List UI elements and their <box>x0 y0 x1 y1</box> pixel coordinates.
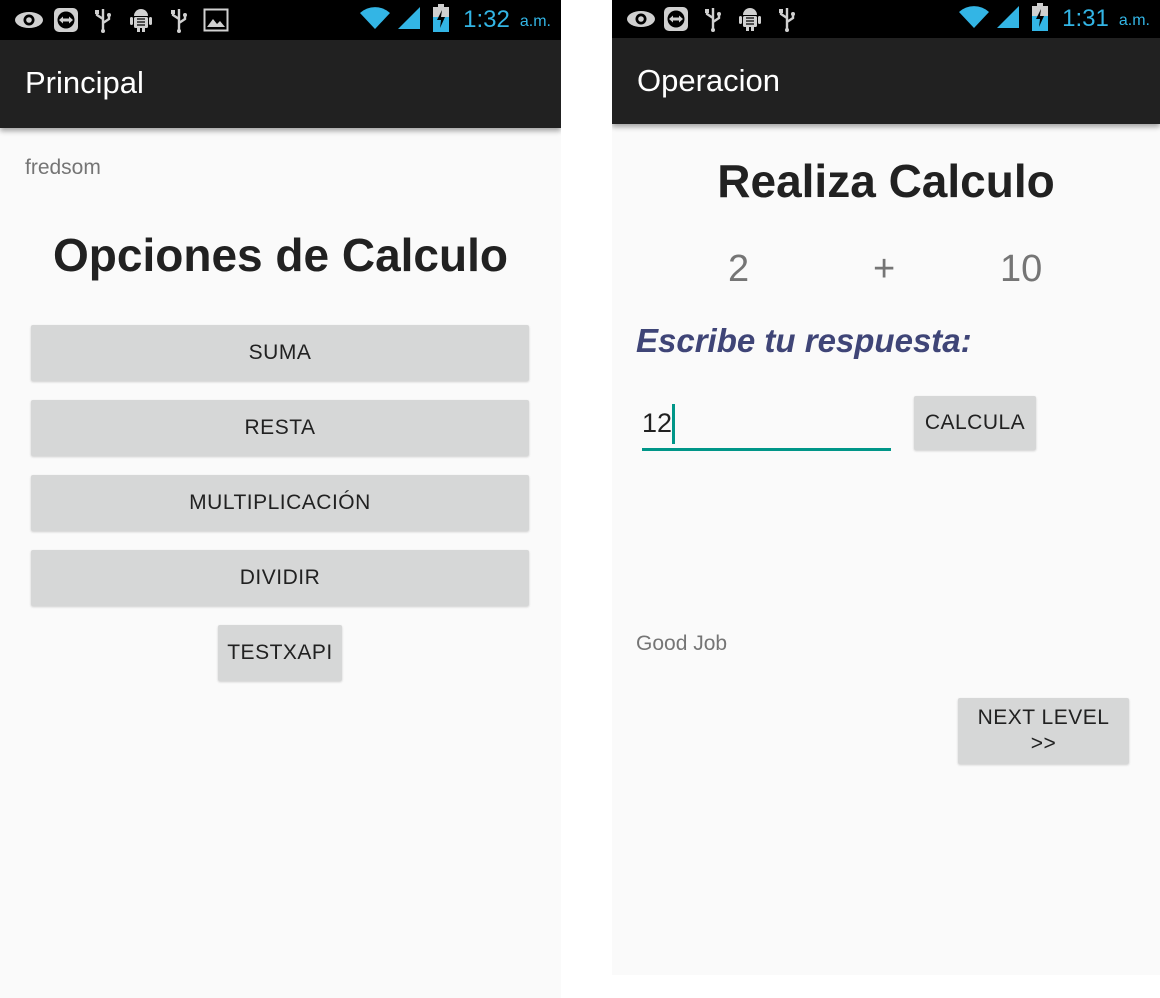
status-ampm: a.m. <box>1118 12 1150 29</box>
result-message: Good Job <box>636 632 728 655</box>
page-title: Realiza Calculo <box>717 155 1055 207</box>
resta-button[interactable]: RESTA <box>31 400 529 456</box>
android-debug-icon <box>128 6 154 34</box>
action-bar-title: Operacion <box>637 63 781 98</box>
signal-icon <box>996 5 1020 33</box>
username-label: fredsom <box>25 156 101 179</box>
multiplicacion-button[interactable]: MULTIPLICACIÓN <box>31 475 529 531</box>
usb-icon <box>92 6 114 34</box>
operand-1: 2 <box>728 248 750 290</box>
operator-sign: + <box>873 248 896 290</box>
dividir-button[interactable]: DIVIDIR <box>31 550 529 606</box>
testxapi-button[interactable]: TESTXAPI <box>218 625 342 681</box>
action-bar: Operacion <box>612 38 1160 124</box>
principal-screen: 1:32 a.m. Principal fredsom Opciones de C… <box>0 0 561 998</box>
status-ampm: a.m. <box>519 13 551 30</box>
answer-prompt: Escribe tu respuesta: <box>636 322 972 359</box>
usb-icon <box>776 5 798 33</box>
next-level-label: NEXT LEVEL <box>977 706 1110 729</box>
next-level-button[interactable]: NEXT LEVEL >> <box>958 698 1129 764</box>
status-time: 1:32 <box>463 6 510 33</box>
status-bar: 1:31 a.m. <box>612 0 1160 38</box>
status-bar: 1:32 a.m. <box>0 0 561 40</box>
android-debug-icon <box>737 5 763 33</box>
signal-icon <box>397 6 421 34</box>
operand-2: 10 <box>1000 248 1043 290</box>
text-cursor <box>672 404 675 444</box>
next-level-arrows: >> <box>1030 732 1057 755</box>
eye-icon <box>14 6 44 34</box>
wifi-icon <box>359 6 391 34</box>
action-bar: Principal <box>0 40 561 128</box>
action-bar-title: Principal <box>25 65 144 100</box>
usb-icon <box>168 6 190 34</box>
answer-input[interactable]: 12 <box>642 404 891 451</box>
calcula-button[interactable]: CALCULA <box>914 396 1036 450</box>
suma-button[interactable]: SUMA <box>31 325 529 381</box>
eye-icon <box>626 5 656 33</box>
battery-charging-icon <box>433 4 450 36</box>
usb-icon <box>702 5 724 33</box>
teamviewer-icon <box>52 6 80 34</box>
image-icon <box>202 6 230 34</box>
battery-charging-icon <box>1032 3 1049 35</box>
teamviewer-icon <box>662 5 690 33</box>
answer-input-value: 12 <box>642 408 673 438</box>
wifi-icon <box>958 5 990 33</box>
operacion-screen: 1:31 a.m. Operacion Realiza Calculo 2 + 1… <box>612 0 1160 975</box>
status-time: 1:31 <box>1062 5 1109 32</box>
page-title: Opciones de Calculo <box>53 229 508 281</box>
